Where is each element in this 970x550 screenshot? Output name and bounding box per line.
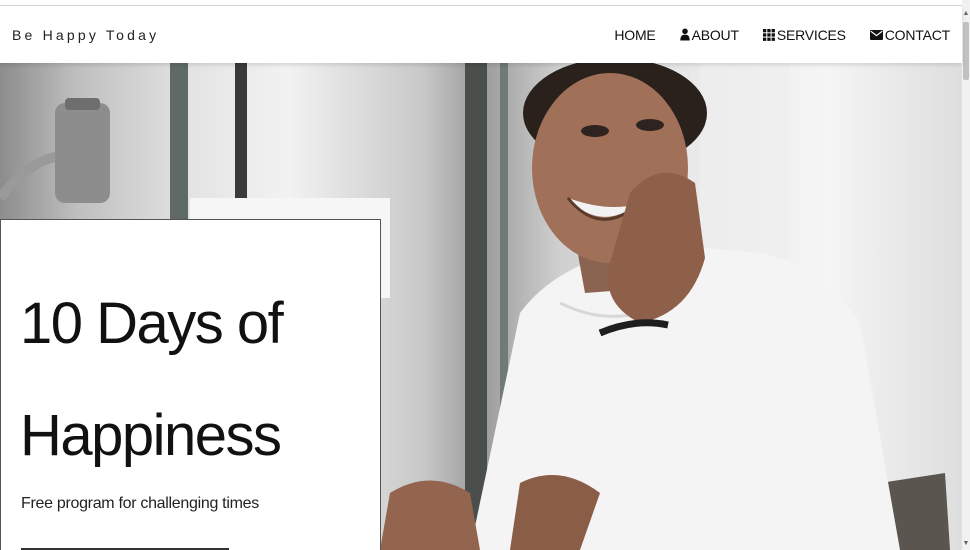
hero-section: 10 Days of Happiness Free program for ch… <box>0 63 962 550</box>
hero-title-line1: 10 Days of <box>20 291 284 356</box>
grid-icon <box>762 28 775 41</box>
top-navbar: Be Happy Today HOME ABOUT SERVICES CONTA… <box>0 6 962 63</box>
scroll-up-arrow-icon[interactable]: ▲ <box>962 10 970 18</box>
hero-title: 10 Days of Happiness <box>20 268 370 492</box>
envelope-icon <box>869 29 883 40</box>
nav-contact-link[interactable]: CONTACT <box>869 26 950 43</box>
nav-services-link[interactable]: SERVICES <box>762 26 846 43</box>
nav-home-link[interactable]: HOME <box>614 27 655 43</box>
nav-links: HOME ABOUT SERVICES CONTACT <box>590 27 950 43</box>
hero-card: 10 Days of Happiness Free program for ch… <box>0 219 381 550</box>
nav-about-link[interactable]: ABOUT <box>679 26 739 43</box>
nav-contact-label: CONTACT <box>884 26 950 43</box>
nav-about-label: ABOUT <box>691 26 739 43</box>
scrollbar-thumb[interactable] <box>963 22 969 80</box>
scroll-down-arrow-icon[interactable]: ▼ <box>962 540 970 548</box>
vertical-scrollbar[interactable]: ▲ ▼ <box>962 0 970 550</box>
nav-home-label: HOME <box>614 26 656 43</box>
hero-title-line2: Happiness <box>20 403 282 468</box>
hero-subtitle: Free program for challenging times <box>21 495 259 512</box>
user-icon <box>679 28 690 41</box>
nav-services-label: SERVICES <box>776 26 846 43</box>
brand-logo[interactable]: Be Happy Today <box>12 27 159 43</box>
